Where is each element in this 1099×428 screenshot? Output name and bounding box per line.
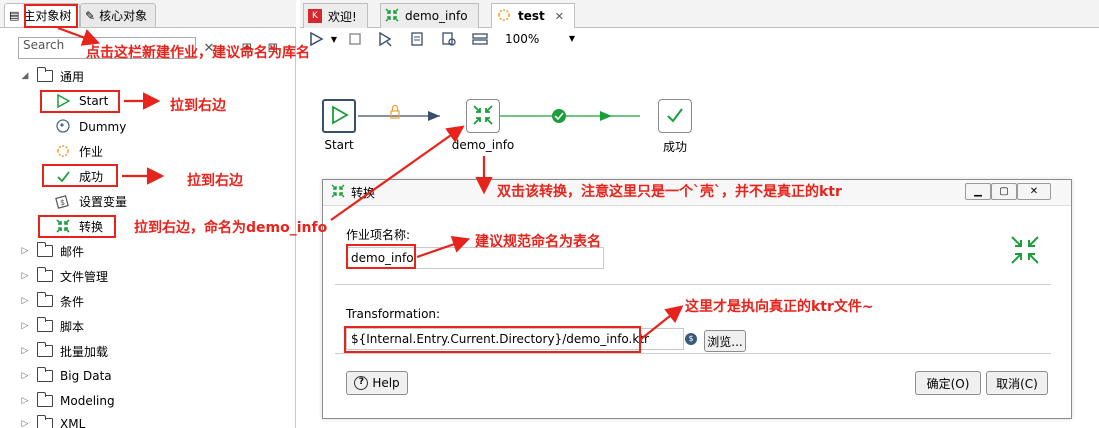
annotation-text-7: 这里才是执向真正的ktr文件~ — [685, 299, 874, 315]
annotation-arrows — [57, 26, 684, 340]
annotation-text-1: 点击这栏新建作业，建议命名为库名 — [86, 45, 310, 61]
annotation-text-6: 建议规范命名为表名 — [475, 234, 601, 250]
annotation-text-5: 双击该转换，注意这里只是一个`壳`，并不是真正的ktr — [497, 184, 842, 200]
annotation-text-2: 拉到右边 — [170, 98, 226, 114]
annotation-text-3: 拉到右边 — [187, 173, 243, 189]
annotation-text-4: 拉到右边，命名为demo_info — [134, 220, 328, 236]
